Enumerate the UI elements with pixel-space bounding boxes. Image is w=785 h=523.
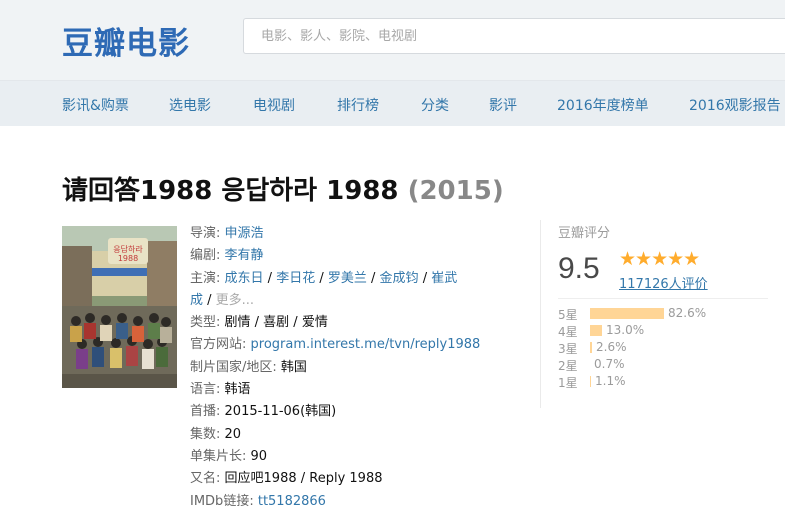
poster-image[interactable]: 응답하라 1988	[62, 226, 177, 388]
rating-star-label: 4星	[558, 325, 578, 339]
rating-votes-link[interactable]: 117126人评价	[619, 273, 708, 292]
rating-label: 豆瓣评分	[558, 226, 611, 241]
search-input[interactable]	[244, 19, 785, 53]
svg-text:1988: 1988	[118, 254, 138, 263]
nav-item-explore-movies[interactable]: 选电影	[169, 95, 211, 115]
nav-item-chart[interactable]: 排行榜	[337, 95, 379, 115]
title-year: (2015)	[407, 176, 504, 206]
page-title: 请回答1988 응답하라 1988 (2015)	[62, 170, 504, 207]
cast-link[interactable]: 罗美兰	[328, 271, 367, 286]
info-genre: 类型: 剧情 / 喜剧 / 爱情	[190, 315, 328, 331]
info-writer: 编剧: 李有静	[190, 248, 264, 264]
rating-percent: 0.7%	[594, 357, 625, 371]
cast-link[interactable]: 金成钧	[380, 271, 419, 286]
cast-link[interactable]: 李日花	[276, 271, 315, 286]
nav-item-tv[interactable]: 电视剧	[253, 95, 295, 115]
rating-row: 1星 1.1%	[558, 373, 778, 390]
info-episodes: 集数: 20	[190, 426, 242, 442]
main-nav: 影讯&购票 选电影 电视剧 排行榜 分类 影评 2016年度榜单 2016观影报…	[0, 80, 785, 126]
rating-row: 4星 13.0%	[558, 322, 778, 339]
rating-bar	[590, 342, 592, 353]
nav-item-annual-report[interactable]: 2016观影报告	[689, 95, 781, 115]
nav-item-tickets[interactable]: 影讯&购票	[62, 95, 129, 115]
info-runtime: 单集片长: 90	[190, 448, 268, 464]
rating-bar	[590, 376, 591, 387]
info-imdb: IMDb链接: tt5182866	[190, 493, 326, 509]
info-site: 官方网站: program.interest.me/tvn/reply1988	[190, 337, 481, 353]
nav-item-tags[interactable]: 分类	[421, 95, 449, 115]
rating-divider	[558, 298, 768, 299]
rating-star-label: 2星	[558, 359, 578, 373]
rating-row: 2星 0.7%	[558, 356, 778, 373]
more-cast-link[interactable]: 更多...	[216, 293, 254, 308]
info-aka: 又名: 回应吧1988 / Reply 1988	[190, 471, 383, 487]
official-site-link[interactable]: program.interest.me/tvn/reply1988	[251, 337, 481, 352]
svg-text:응답하라: 응답하라	[113, 244, 143, 254]
nav-item-annual-list[interactable]: 2016年度榜单	[557, 95, 649, 115]
top-header: 豆瓣电影	[0, 0, 785, 80]
rating-panel: 豆瓣评分 9.5 ★★★★★ 117126人评价 5星 82.6% 4星 13.0% 3…	[540, 220, 785, 408]
cast-link[interactable]: 崔武	[431, 271, 457, 286]
info-country: 制片国家/地区: 韩国	[190, 359, 307, 375]
rating-bar	[590, 325, 602, 336]
cast-link[interactable]: 成东日	[225, 271, 264, 286]
rating-percent: 82.6%	[668, 306, 707, 320]
rating-percent: 13.0%	[606, 323, 645, 337]
rating-row: 3星 2.6%	[558, 339, 778, 356]
nav-item-reviews[interactable]: 影评	[489, 95, 517, 115]
rating-star-label: 5星	[558, 308, 578, 322]
subject-info: 导演: 申源浩 编剧: 李有静 主演: 成东日 / 李日花 / 罗美兰 / 金成…	[190, 223, 480, 513]
douban-movie-logo[interactable]: 豆瓣电影	[62, 18, 190, 63]
rating-row: 5星 82.6%	[558, 305, 778, 322]
title-name: 请回答1988 응답하라 1988	[62, 176, 399, 206]
info-cast-more: 成 / 更多...	[190, 292, 255, 308]
rating-bar	[590, 308, 664, 319]
rating-score: 9.5	[558, 252, 600, 285]
info-director: 导演: 申源浩	[190, 226, 264, 241]
rating-percent: 1.1%	[595, 374, 626, 388]
rating-percent: 2.6%	[596, 340, 627, 354]
search-box[interactable]	[243, 18, 785, 54]
info-premiere: 首播: 2015-11-06(韩国)	[190, 404, 337, 420]
rating-breakdown: 5星 82.6% 4星 13.0% 3星 2.6% 2星 0.7% 1星 1.1%	[558, 305, 778, 390]
writer-link[interactable]: 李有静	[225, 248, 264, 263]
info-cast: 主演: 成东日 / 李日花 / 罗美兰 / 金成钧 / 崔武	[190, 270, 458, 286]
rating-stars-icon: ★★★★★	[619, 249, 700, 270]
director-link[interactable]: 申源浩	[225, 226, 264, 241]
rating-star-label: 1星	[558, 376, 578, 390]
info-language: 语言: 韩语	[190, 382, 251, 398]
imdb-link[interactable]: tt5182866	[258, 494, 326, 509]
cast-link-tail[interactable]: 成	[190, 293, 203, 308]
rating-star-label: 3星	[558, 342, 578, 356]
